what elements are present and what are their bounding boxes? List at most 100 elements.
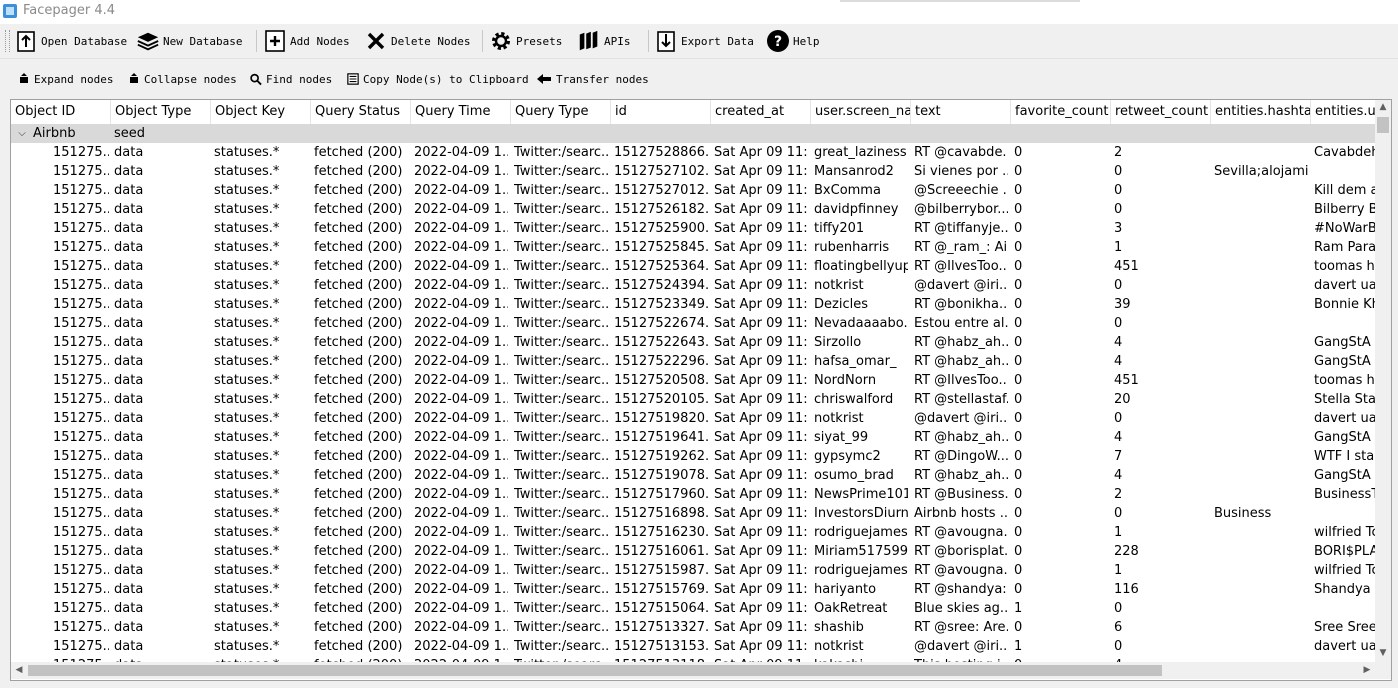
table-row[interactable]: 151275... data statuses.* fetched (200) 2022… xyxy=(11,542,1375,561)
table-cell: 2022-04-09 1... xyxy=(414,164,508,179)
table-cell: 151275... xyxy=(53,240,109,255)
table-cell: statuses.* xyxy=(214,316,280,331)
delete-nodes-label: Delete Nodes xyxy=(391,34,471,48)
table-row[interactable]: 151275... data statuses.* fetched (200) 2022… xyxy=(11,409,1375,428)
column-header[interactable]: entities.use xyxy=(1311,100,1375,124)
table-cell: Sat Apr 09 11:... xyxy=(714,639,808,654)
column-header[interactable]: Query Status xyxy=(311,100,411,124)
table-cell: 151275... xyxy=(53,582,109,597)
table-row[interactable]: 151275... data statuses.* fetched (200) 2022… xyxy=(11,390,1375,409)
table-cell: fetched (200) xyxy=(314,525,403,540)
table-row[interactable]: 151275... data statuses.* fetched (200) 2022… xyxy=(11,333,1375,352)
vertical-scrollbar[interactable]: ▲ ▼ xyxy=(1375,100,1391,662)
table-row[interactable]: 151275... data statuses.* fetched (200) 2022… xyxy=(11,219,1375,238)
table-row[interactable]: 151275... data statuses.* fetched (200) 2022… xyxy=(11,428,1375,447)
table-row[interactable]: 151275... data statuses.* fetched (200) 2022… xyxy=(11,447,1375,466)
table-cell: fetched (200) xyxy=(314,449,403,464)
horizontal-scroll-thumb[interactable] xyxy=(28,665,1162,676)
table-cell: fetched (200) xyxy=(314,183,403,198)
column-header[interactable]: Object Key xyxy=(211,100,311,124)
table-row[interactable]: 151275... data statuses.* fetched (200) 2022… xyxy=(11,314,1375,333)
toolbar-grip[interactable] xyxy=(5,30,10,52)
nodes-tree-view[interactable]: Object ID Object Type Object Key Query Stat… xyxy=(10,99,1392,681)
table-row[interactable]: 151275... data statuses.* fetched (200) 2022… xyxy=(11,162,1375,181)
collapse-nodes-button[interactable]: Collapse nodes xyxy=(128,70,237,88)
table-cell: @Screeechie ... xyxy=(914,183,1008,198)
vertical-scroll-thumb[interactable] xyxy=(1377,117,1389,133)
table-row[interactable]: 151275... data statuses.* fetched (200) 2022… xyxy=(11,580,1375,599)
find-nodes-button[interactable]: Find nodes xyxy=(250,70,332,88)
table-cell: 2022-04-09 1... xyxy=(414,297,508,312)
column-header[interactable]: entities.hashtag: xyxy=(1211,100,1311,124)
expand-nodes-button[interactable]: Expand nodes xyxy=(18,70,113,88)
column-header[interactable]: Object ID xyxy=(11,100,111,124)
column-header[interactable]: Object Type xyxy=(111,100,211,124)
horizontal-scrollbar[interactable]: ◀ ▶ xyxy=(11,662,1375,679)
table-cell: Twitter:/searc... xyxy=(514,392,608,407)
table-row[interactable]: 151275... data statuses.* fetched (200) 2022… xyxy=(11,637,1375,656)
table-row[interactable]: 151275... data statuses.* fetched (200) 2022… xyxy=(11,200,1375,219)
column-header[interactable]: Query Time xyxy=(411,100,511,124)
scroll-up-icon[interactable]: ▲ xyxy=(1375,102,1391,112)
table-cell: RT @bonikha... xyxy=(914,297,1008,312)
apis-button[interactable]: APIs xyxy=(577,27,631,55)
table-row[interactable]: 151275... data statuses.* fetched (200) 2022… xyxy=(11,276,1375,295)
table-cell: 2022-04-09 1... xyxy=(414,544,508,559)
table-cell: statuses.* xyxy=(214,202,280,217)
delete-nodes-button[interactable]: Delete Nodes xyxy=(364,27,470,55)
table-cell: data xyxy=(114,601,144,616)
table-row[interactable]: 151275... data statuses.* fetched (200) 2022… xyxy=(11,523,1375,542)
column-header[interactable]: retweet_count xyxy=(1111,100,1211,124)
column-header[interactable]: id xyxy=(611,100,711,124)
table-cell: Blue skies ag... xyxy=(914,601,1008,616)
table-row[interactable]: 151275... data statuses.* fetched (200) 2022… xyxy=(11,181,1375,200)
new-database-button[interactable]: New Database xyxy=(136,27,242,55)
table-cell: Shandya xyxy=(1314,582,1371,597)
table-cell: Twitter:/searc... xyxy=(514,411,608,426)
table-row[interactable]: 151275... data statuses.* fetched (200) 2022… xyxy=(11,257,1375,276)
table-row[interactable]: 151275... data statuses.* fetched (200) 2022… xyxy=(11,504,1375,523)
table-row[interactable]: 151275... data statuses.* fetched (200) 2022… xyxy=(11,371,1375,390)
table-row[interactable]: 151275... data statuses.* fetched (200) 2022… xyxy=(11,561,1375,580)
table-cell: Twitter:/searc... xyxy=(514,373,608,388)
table-cell: 0 xyxy=(1014,278,1023,293)
column-header[interactable]: user.screen_nam xyxy=(811,100,911,124)
column-header[interactable]: text xyxy=(911,100,1011,124)
scroll-left-icon[interactable]: ◀ xyxy=(11,665,27,675)
column-header[interactable]: created_at xyxy=(711,100,811,124)
table-row[interactable]: 151275... data statuses.* fetched (200) 2022… xyxy=(11,466,1375,485)
export-data-button[interactable]: Export Data xyxy=(654,27,754,55)
table-cell: 0 xyxy=(1014,221,1023,236)
add-nodes-button[interactable]: Add Nodes xyxy=(263,27,350,55)
table-cell: 0 xyxy=(1014,164,1023,179)
table-row[interactable]: 151275... data statuses.* fetched (200) 2022… xyxy=(11,599,1375,618)
table-row[interactable]: 151275... data statuses.* fetched (200) 2022… xyxy=(11,352,1375,371)
table-cell: data xyxy=(114,297,144,312)
table-cell: 151275... xyxy=(53,563,109,578)
table-row[interactable]: 151275... data statuses.* fetched (200) 2022… xyxy=(11,238,1375,257)
table-cell: fetched (200) xyxy=(314,259,403,274)
table-row[interactable]: 151275... data statuses.* fetched (200) 2022… xyxy=(11,618,1375,637)
help-button[interactable]: ? Help xyxy=(766,27,820,55)
table-cell: chriswalford xyxy=(814,392,894,407)
copy-nodes-button[interactable]: Copy Node(s) to Clipboard xyxy=(347,70,529,88)
open-database-button[interactable]: Open Database xyxy=(14,27,127,55)
presets-button[interactable]: Presets xyxy=(489,27,562,55)
table-cell: 2022-04-09 1... xyxy=(414,430,508,445)
table-row[interactable]: 151275... data statuses.* fetched (200) 2022… xyxy=(11,143,1375,162)
table-cell: 0 xyxy=(1014,506,1023,521)
table-row[interactable]: 151275... data statuses.* fetched (200) 2022… xyxy=(11,295,1375,314)
chevron-down-icon[interactable]: ⌵ xyxy=(16,124,28,143)
table-cell: fetched (200) xyxy=(314,240,403,255)
transfer-nodes-button[interactable]: Transfer nodes xyxy=(536,70,649,88)
column-header[interactable]: favorite_count xyxy=(1011,100,1111,124)
table-row[interactable]: 151275... data statuses.* fetched (200) 2022… xyxy=(11,485,1375,504)
table-cell: 2022-04-09 1... xyxy=(414,145,508,160)
scroll-down-icon[interactable]: ▼ xyxy=(1375,648,1391,658)
table-cell: 151275... xyxy=(53,297,109,312)
scroll-right-icon[interactable]: ▶ xyxy=(1359,665,1375,675)
column-header[interactable]: Query Type xyxy=(511,100,611,124)
seed-row[interactable]: ⌵ Airbnb seed xyxy=(11,124,1375,143)
table-cell: 0 xyxy=(1114,411,1123,426)
table-cell: 0 xyxy=(1014,468,1023,483)
